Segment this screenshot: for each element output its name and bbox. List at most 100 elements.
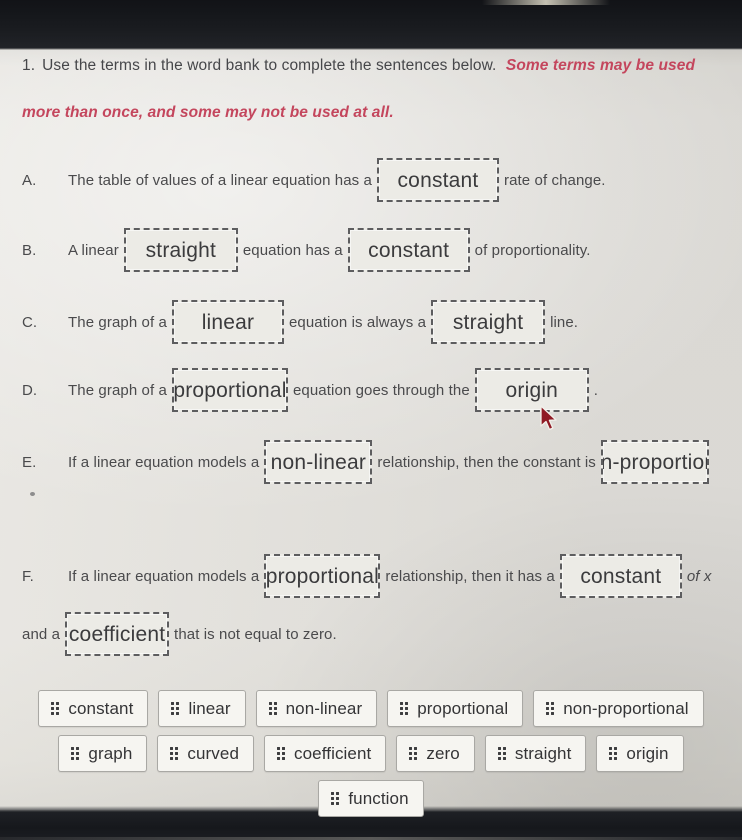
answer-slot-f1[interactable]: proportional [264, 554, 381, 598]
answer-slot-b2[interactable]: constant [347, 228, 470, 272]
drag-handle-dots-icon[interactable] [546, 702, 555, 715]
question-c-text-2: equation is always a [288, 313, 427, 331]
word-bank-chip-label: zero [426, 744, 460, 763]
word-bank-chip-label: function [348, 789, 409, 808]
question-row-f: F. If a linear equation models a proport… [22, 554, 742, 598]
answer-slot-c2-value: straight [452, 310, 524, 334]
word-bank-chip-graph[interactable]: graph [58, 735, 148, 772]
question-b-text-3: of proportionality. [474, 241, 591, 259]
word-bank-chip-label: proportional [417, 699, 509, 718]
word-bank-row-3: function [0, 780, 742, 817]
drag-handle-dots-icon[interactable] [400, 702, 409, 715]
answer-slot-f3[interactable]: coefficient [65, 612, 170, 656]
question-f-cont-text-2: that is not equal to zero. [174, 625, 337, 643]
question-row-e: E. If a linear equation models a non-lin… [22, 440, 742, 484]
answer-slot-e1-value: non-linear [270, 450, 367, 474]
instruction-hint-part-2: more than once, and some may not be used… [22, 104, 394, 121]
worksheet-sheet: 1. Use the terms in the word bank to comp… [0, 50, 742, 817]
word-bank-chip-label: coefficient [294, 744, 372, 763]
drag-handle-dots-icon[interactable] [497, 747, 506, 760]
question-row-f-continued: and a coefficient that is not equal to z… [22, 612, 742, 656]
question-b-text-2: equation has a [242, 241, 343, 259]
question-e-text-1: If a linear equation models a [68, 453, 260, 471]
question-row-d: D. The graph of a proportional equation … [22, 368, 742, 412]
question-label-d: D. [22, 381, 38, 399]
answer-slot-f2[interactable]: constant [559, 554, 682, 598]
answer-slot-d1-value: proportional [173, 378, 287, 402]
question-label-e: E. [22, 453, 37, 471]
word-bank-chip-non-linear[interactable]: non-linear [255, 690, 378, 727]
question-f-text-2: relationship, then it has a [385, 567, 555, 585]
instruction-text: Use the terms in the word bank to comple… [42, 57, 497, 74]
answer-slot-a1-value: constant [397, 168, 479, 192]
answer-slot-f2-value: constant [580, 564, 662, 588]
answer-slot-c1-value: linear [201, 310, 255, 334]
drag-handle-dots-icon[interactable] [277, 747, 286, 760]
question-d-text-2: equation goes through the [292, 381, 470, 399]
answer-slot-b1[interactable]: straight [123, 228, 238, 272]
instruction-hint-part-1: Some terms may be used [505, 57, 696, 74]
drag-handle-dots-icon[interactable] [170, 747, 179, 760]
question-b-text-1: A linear [68, 241, 119, 259]
drag-handle-dots-icon[interactable] [609, 747, 618, 760]
question-a-text-1: The table of values of a linear equation… [68, 171, 372, 189]
question-f-text-3: of x [686, 567, 712, 585]
question-label-f: F. [22, 567, 34, 585]
question-a-text-2: rate of change. [503, 171, 606, 189]
drag-handle-dots-icon[interactable] [409, 747, 418, 760]
answer-slot-c2[interactable]: straight [431, 300, 546, 344]
word-bank-chip-straight[interactable]: straight [484, 735, 587, 772]
word-bank-chip-curved[interactable]: curved [157, 735, 255, 772]
word-bank-chip-linear[interactable]: linear [158, 690, 246, 727]
question-f-text-1: If a linear equation models a [68, 567, 260, 585]
drag-handle-dots-icon[interactable] [331, 792, 340, 805]
question-row-a: A. The table of values of a linear equat… [22, 158, 742, 202]
answer-slot-e2[interactable]: non-proportional [600, 440, 709, 484]
question-label-b: B. [22, 241, 37, 259]
question-d-text-3: . [593, 381, 599, 399]
word-bank-chip-origin[interactable]: origin [596, 735, 684, 772]
question-c-text-3: line. [550, 313, 579, 331]
answer-slot-b2-value: constant [368, 238, 450, 262]
word-bank-chip-label: graph [88, 744, 133, 763]
word-bank-chip-label: linear [188, 699, 231, 718]
answer-slot-b1-value: straight [145, 238, 217, 262]
question-row-b: B. A linear straight equation has a cons… [22, 228, 742, 272]
answer-slot-f3-value: coefficient [68, 622, 166, 646]
word-bank-chip-label: curved [187, 744, 240, 763]
photograph-of-worksheet: 1. Use the terms in the word bank to comp… [0, 0, 742, 840]
word-bank-chip-label: non-proportional [563, 699, 689, 718]
word-bank-chip-non-proportional[interactable]: non-proportional [533, 690, 704, 727]
answer-slot-a1[interactable]: constant [376, 158, 499, 202]
question-e-text-2: relationship, then the constant is [377, 453, 596, 471]
drag-handle-dots-icon[interactable] [71, 747, 80, 760]
word-bank-chip-proportional[interactable]: proportional [387, 690, 524, 727]
instruction-line-2: more than once, and some may not be used… [22, 104, 722, 121]
answer-slot-e1[interactable]: non-linear [264, 440, 373, 484]
word-bank-chip-label: non-linear [285, 699, 363, 718]
word-bank-chip-zero[interactable]: zero [396, 735, 475, 772]
question-label-c: C. [22, 313, 38, 331]
answer-slot-d2[interactable]: origin [474, 368, 589, 412]
instruction-line-1: 1. Use the terms in the word bank to comp… [22, 57, 722, 74]
word-bank-chip-label: constant [68, 699, 134, 718]
drag-handle-dots-icon[interactable] [268, 702, 277, 715]
word-bank-row-1: constant linear non-linear proportional … [0, 690, 742, 727]
word-bank-chip-coefficient[interactable]: coefficient [264, 735, 387, 772]
word-bank: constant linear non-linear proportional … [0, 690, 742, 825]
answer-slot-f1-value: proportional [265, 564, 380, 588]
drag-handle-dots-icon[interactable] [171, 702, 180, 715]
word-bank-chip-function[interactable]: function [318, 780, 424, 817]
page-speck [30, 492, 35, 496]
answer-slot-c1[interactable]: linear [171, 300, 284, 344]
drag-handle-dots-icon[interactable] [51, 702, 60, 715]
word-bank-row-2: graph curved coefficient zero straight o… [0, 735, 742, 772]
word-bank-chip-label: origin [626, 744, 669, 763]
word-bank-chip-label: straight [514, 744, 572, 763]
question-f-cont-text-1: and a [22, 625, 61, 643]
word-bank-chip-constant[interactable]: constant [38, 690, 149, 727]
answer-slot-e2-value: non-proportional [600, 450, 707, 474]
question-d-text-1: The graph of a [68, 381, 167, 399]
question-c-text-1: The graph of a [68, 313, 167, 331]
answer-slot-d1[interactable]: proportional [171, 368, 288, 412]
